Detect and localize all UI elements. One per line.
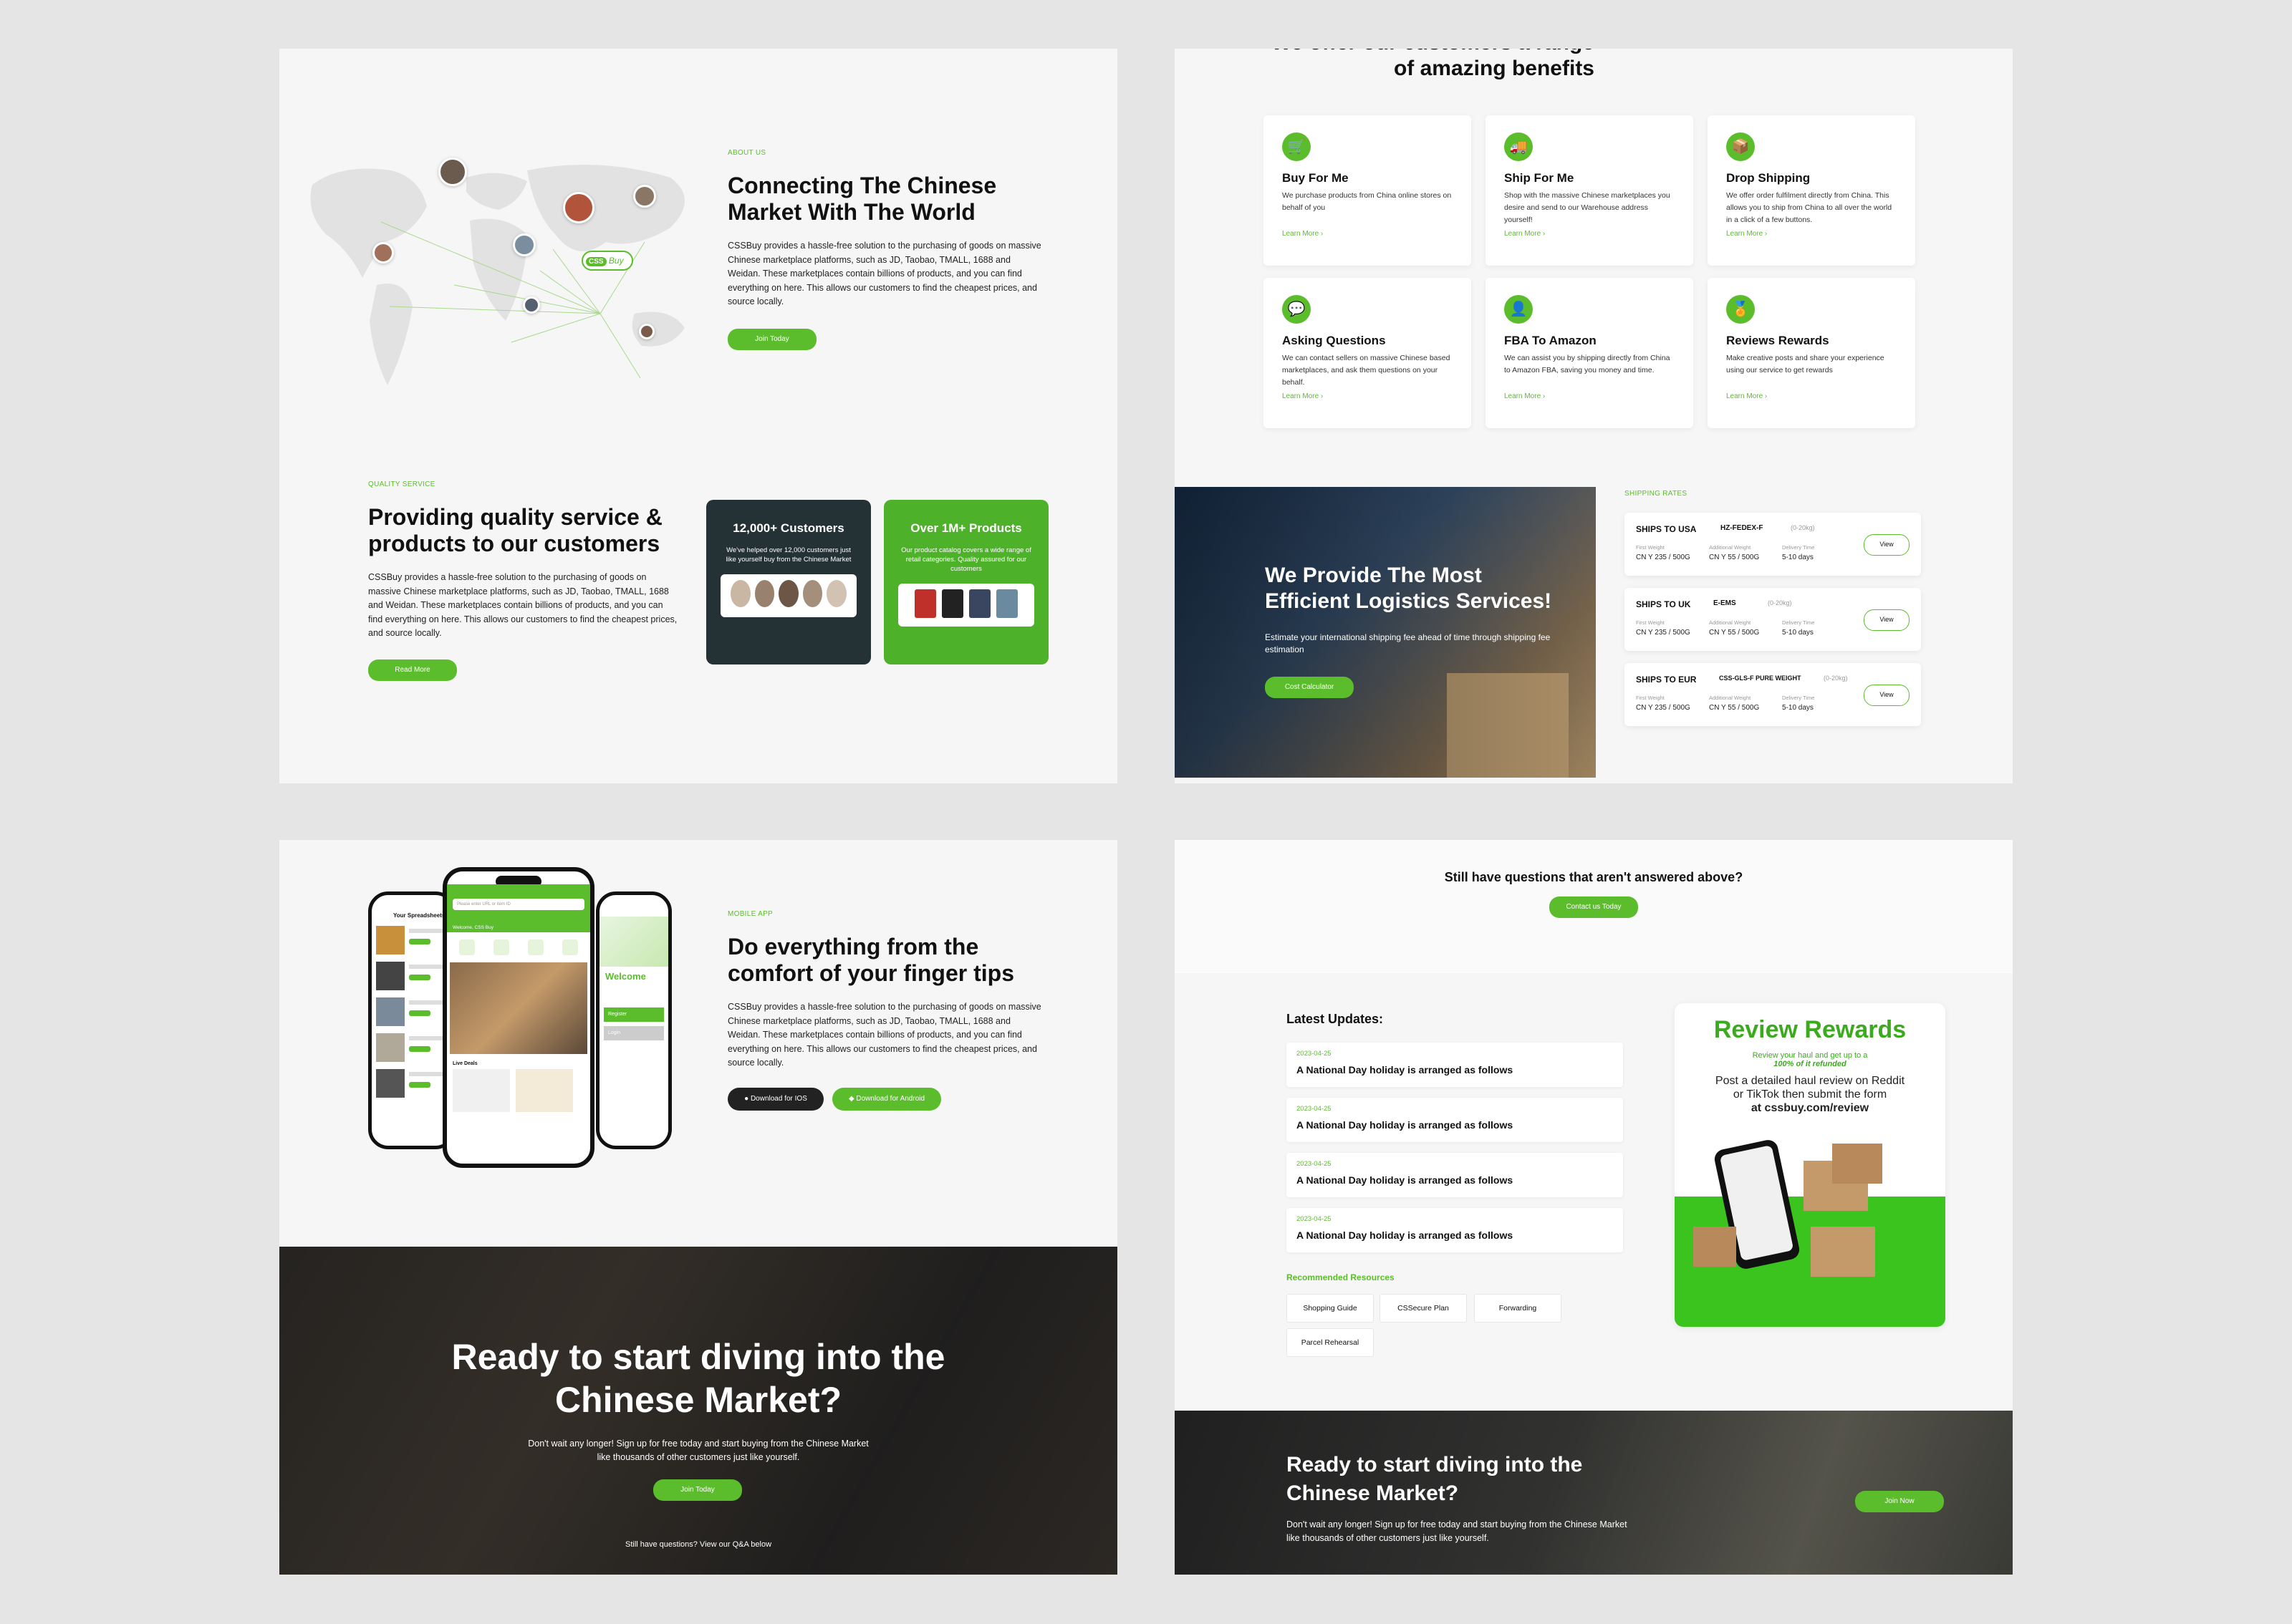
customers-stat-card: 12,000+ Customers We've helped over 12,0…	[706, 500, 871, 664]
resource-tag-shopping-guide[interactable]: Shopping Guide	[1286, 1294, 1374, 1323]
cta-body: Don't wait any longer! Sign up for free …	[1286, 1519, 1627, 1543]
package-icon	[1832, 1144, 1882, 1184]
download-android-button[interactable]: ◆ Download for Android	[832, 1088, 941, 1111]
mobile-app-panel: Your Spreadsheets Welcome Register Login…	[279, 840, 1117, 1575]
about-eyebrow: ABOUT US	[728, 149, 766, 157]
qa-link[interactable]: Still have questions? View our Q&A below	[279, 1540, 1117, 1549]
view-button[interactable]: View	[1864, 609, 1910, 631]
cart-icon: 🛒	[1282, 132, 1311, 161]
package-icon	[1693, 1227, 1736, 1267]
about-body: CSSBuy provides a hassle-free solution t…	[728, 241, 1041, 306]
avatar	[563, 192, 594, 223]
register-button[interactable]: Register	[604, 1007, 664, 1022]
logistics-banner: We Provide The Most Efficient Logistics S…	[1175, 487, 1596, 778]
read-more-button[interactable]: Read More	[368, 659, 457, 681]
logistics-body: Estimate your international shipping fee…	[1265, 632, 1551, 654]
package-icon	[1811, 1227, 1875, 1277]
resources-title: Recommended Resources	[1286, 1272, 1395, 1282]
medal-icon: 🏅	[1726, 295, 1755, 324]
learn-more-link[interactable]: Learn More ›	[1504, 230, 1675, 238]
app-search-input[interactable]: Please enter URL or item ID	[453, 899, 584, 910]
mobile-app-body: CSSBuy provides a hassle-free solution t…	[728, 1002, 1041, 1068]
cta-banner: Ready to start diving into the Chinese Ma…	[279, 1247, 1117, 1575]
cta-body: Don't wait any longer! Sign up for free …	[528, 1439, 869, 1462]
customers-stat-body: We've helped over 12,000 customers just …	[726, 546, 852, 564]
benefits-panel: We offer our customers a rangeof amazing…	[1175, 49, 2013, 783]
customer-avatars	[721, 574, 857, 617]
learn-more-link[interactable]: Learn More ›	[1726, 230, 1897, 238]
rate-card-uk: SHIPS TO UK E-EMS (0-20kg) First Weight …	[1624, 588, 1921, 651]
promo-title: Review Rewards	[1713, 1016, 1907, 1043]
apple-icon: ●	[744, 1095, 749, 1103]
shipping-rates-eyebrow: SHIPPING RATES	[1624, 490, 1687, 498]
resource-tag-parcel-rehearsal[interactable]: Parcel Rehearsal	[1286, 1328, 1374, 1357]
benefit-card-buy-for-me[interactable]: 🛒 Buy For Me We purchase products from C…	[1263, 115, 1471, 266]
learn-more-link[interactable]: Learn More ›	[1726, 392, 1897, 400]
update-item[interactable]: 2023-04-25 A National Day holiday is arr…	[1286, 1208, 1623, 1252]
rate-card-eur: SHIPS TO EUR CSS-GLS-F PURE WEIGHT (0-20…	[1624, 663, 1921, 726]
phone-right: Welcome Register Login	[596, 891, 672, 1149]
customers-stat-title: 12,000+ Customers	[733, 521, 844, 535]
user-icon: 👤	[1504, 295, 1533, 324]
benefit-card-asking-questions[interactable]: 💬 Asking Questions We can contact seller…	[1263, 278, 1471, 428]
products-stat-title: Over 1M+ Products	[910, 521, 1022, 535]
phone-center: Please enter URL or item ID Welcome, CSS…	[443, 867, 594, 1168]
download-ios-button[interactable]: ● Download for IOS	[728, 1088, 824, 1111]
review-rewards-promo[interactable]: Review Rewards Review your haul and get …	[1675, 1003, 1945, 1327]
quality-eyebrow: QUALITY SERVICE	[368, 480, 435, 488]
mobile-app-title: Do everything from the comfort of your fi…	[728, 934, 1014, 986]
products-stat-card: Over 1M+ Products Our product catalog co…	[884, 500, 1049, 664]
questions-heading: Still have questions that aren't answere…	[1444, 870, 1743, 884]
join-now-button[interactable]: Join Now	[1855, 1491, 1944, 1512]
world-map	[310, 165, 685, 385]
cta-title: Ready to start diving into the Chinese Ma…	[1286, 1453, 1583, 1505]
chat-icon: 💬	[1282, 295, 1311, 324]
update-item[interactable]: 2023-04-25 A National Day holiday is arr…	[1286, 1043, 1623, 1087]
view-button[interactable]: View	[1864, 534, 1910, 556]
cost-calculator-button[interactable]: Cost Calculator	[1265, 677, 1354, 698]
learn-more-link[interactable]: Learn More ›	[1282, 230, 1453, 238]
avatar	[513, 233, 536, 256]
resource-tag-forwarding[interactable]: Forwarding	[1474, 1294, 1561, 1323]
box-icon: 📦	[1726, 132, 1755, 161]
latest-updates-title: Latest Updates:	[1286, 1012, 1384, 1026]
product-thumbnails	[898, 584, 1034, 627]
avatar	[523, 296, 540, 314]
learn-more-link[interactable]: Learn More ›	[1504, 392, 1675, 400]
about-panel: CSS Buy ABOUT US Connecting The Chinese M…	[279, 49, 1117, 783]
benefit-card-ship-for-me[interactable]: 🚚 Ship For Me Shop with the massive Chin…	[1486, 115, 1693, 266]
contact-strip: Still have questions that aren't answere…	[1175, 840, 2013, 973]
contact-us-button[interactable]: Contact us Today	[1549, 896, 1638, 918]
cta-banner: Ready to start diving into the Chinese Ma…	[1175, 1411, 2013, 1575]
benefit-card-fba-to-amazon[interactable]: 👤 FBA To Amazon We can assist you by shi…	[1486, 278, 1693, 428]
cssbuy-map-badge: CSS Buy	[582, 251, 633, 271]
about-title: Connecting The Chinese Market With The Wo…	[728, 173, 997, 225]
join-today-button[interactable]: Join Today	[653, 1479, 742, 1501]
cta-title: Ready to start diving into the Chinese Ma…	[451, 1337, 945, 1420]
benefits-heading: We offer our customers a rangeof amazing…	[1271, 49, 1594, 80]
update-item[interactable]: 2023-04-25 A National Day holiday is arr…	[1286, 1098, 1623, 1142]
truck-icon: 🚚	[1504, 132, 1533, 161]
learn-more-link[interactable]: Learn More ›	[1282, 392, 1453, 400]
android-icon: ◆	[848, 1095, 854, 1103]
join-today-button[interactable]: Join Today	[728, 329, 817, 350]
login-button[interactable]: Login	[604, 1026, 664, 1040]
mobile-app-eyebrow: MOBILE APP	[728, 910, 774, 918]
avatar	[438, 158, 467, 186]
products-stat-body: Our product catalog covers a wide range …	[901, 546, 1031, 573]
view-button[interactable]: View	[1864, 685, 1910, 706]
rate-card-usa: SHIPS TO USA HZ-FEDEX-F (0-20kg) First W…	[1624, 513, 1921, 576]
avatar	[639, 324, 655, 339]
benefit-card-reviews-rewards[interactable]: 🏅 Reviews Rewards Make creative posts an…	[1708, 278, 1915, 428]
quality-title: Providing quality service & products to o…	[368, 504, 663, 556]
update-item[interactable]: 2023-04-25 A National Day holiday is arr…	[1286, 1153, 1623, 1197]
quality-body: CSSBuy provides a hassle-free solution t…	[368, 572, 678, 638]
avatar	[372, 242, 394, 264]
logistics-title: We Provide The Most Efficient Logistics S…	[1265, 564, 1552, 613]
avatar	[633, 185, 656, 208]
resource-tag-cssecure-plan[interactable]: CSSecure Plan	[1379, 1294, 1467, 1323]
faq-updates-panel: Still have questions that aren't answere…	[1175, 840, 2013, 1575]
benefit-card-drop-shipping[interactable]: 📦 Drop Shipping We offer order fulfilmen…	[1708, 115, 1915, 266]
